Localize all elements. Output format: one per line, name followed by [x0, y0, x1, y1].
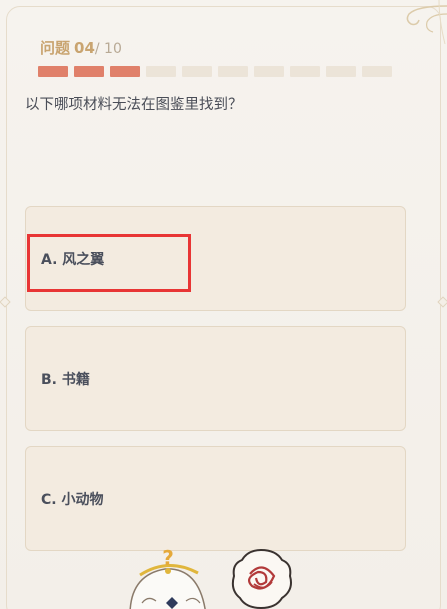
progress-bar [38, 66, 392, 77]
progress-segment-pending [290, 66, 320, 77]
question-header: 问题 04 / 10 [40, 37, 122, 58]
option-c-label: C. 小动物 [41, 491, 104, 508]
progress-segment-pending [182, 66, 212, 77]
side-diamond-left [0, 296, 11, 308]
question-total: / 10 [94, 41, 122, 57]
progress-segment-pending [326, 66, 356, 77]
progress-segment-pending [254, 66, 284, 77]
highlight-box [27, 234, 191, 292]
progress-segment-pending [218, 66, 248, 77]
paimon-mascot-icon: ? [129, 546, 206, 609]
progress-segment-pending [362, 66, 392, 77]
progress-segment-pending [146, 66, 176, 77]
question-label: 问题 [40, 39, 71, 57]
option-b-button[interactable]: B. 书籍 [25, 326, 406, 431]
option-c-button[interactable]: C. 小动物 [25, 446, 406, 551]
svg-text:?: ? [162, 546, 174, 570]
rose-sticker-icon [231, 548, 292, 609]
question-text: 以下哪项材料无法在图鉴里找到？ [25, 97, 243, 113]
progress-segment-done [38, 66, 68, 77]
quiz-card: 问题 04 / 10 以下哪项材料无法在图鉴里找到？ A. 风之翼 B. 书籍 … [0, 0, 447, 609]
side-diamond-right [437, 296, 447, 308]
option-b-label: B. 书籍 [41, 371, 90, 388]
question-number: 04 [74, 39, 95, 57]
progress-segment-done [74, 66, 104, 77]
progress-segment-done [110, 66, 140, 77]
ornament-corner-icon [406, 0, 447, 44]
